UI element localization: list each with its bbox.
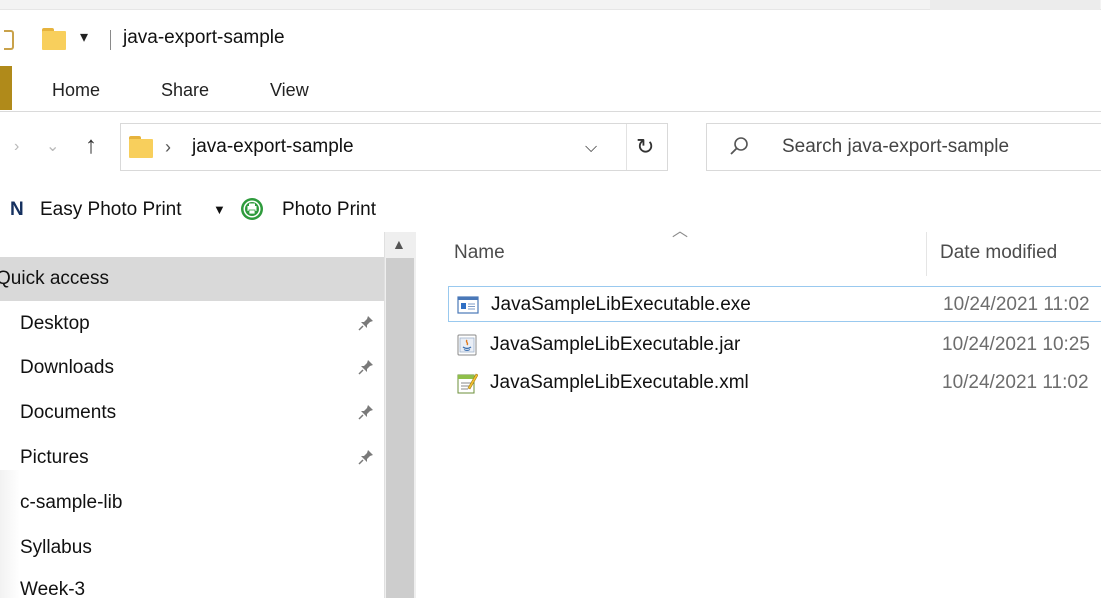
sort-ascending-icon: ︿ bbox=[672, 223, 689, 240]
pin-icon[interactable] bbox=[357, 358, 375, 376]
recent-locations-chevron-icon[interactable]: ⌄ bbox=[46, 137, 59, 157]
pane-edge-shadow bbox=[0, 470, 20, 598]
window-top-edge bbox=[0, 0, 1101, 10]
nav-item-label: Desktop bbox=[20, 313, 90, 334]
tab-view[interactable]: View bbox=[270, 79, 309, 101]
breadcrumb-segment[interactable]: java-export-sample bbox=[192, 136, 354, 158]
file-row[interactable]: JavaSampleLibExecutable.jar 10/24/2021 1… bbox=[448, 327, 1101, 363]
pin-icon[interactable] bbox=[357, 448, 375, 466]
address-dropdown-icon[interactable]: ⌵ bbox=[585, 138, 597, 158]
quick-access-toolbar-dropdown[interactable]: ▾ bbox=[80, 28, 94, 48]
file-name: JavaSampleLibExecutable.xml bbox=[490, 372, 749, 393]
file-tab[interactable] bbox=[0, 66, 12, 110]
window-title: java-export-sample bbox=[123, 27, 285, 48]
nav-item-desktop[interactable]: Desktop bbox=[0, 302, 384, 346]
column-header-date-modified[interactable]: Date modified bbox=[940, 242, 1057, 264]
printer-icon[interactable] bbox=[240, 197, 264, 221]
pin-icon[interactable] bbox=[357, 403, 375, 421]
nav-item-label: Documents bbox=[20, 402, 117, 423]
forward-arrow-icon[interactable]: › bbox=[14, 137, 19, 157]
photo-print-button[interactable]: Photo Print bbox=[282, 199, 376, 221]
nav-item-label: Pictures bbox=[20, 447, 89, 468]
breadcrumb-chevron-icon[interactable]: › bbox=[165, 137, 171, 157]
nav-item-downloads[interactable]: Downloads bbox=[0, 346, 384, 390]
easy-photo-print-logo-icon: N bbox=[10, 199, 24, 220]
column-header-name[interactable]: Name bbox=[454, 242, 505, 264]
file-name: JavaSampleLibExecutable.exe bbox=[491, 294, 751, 315]
easy-photo-print-button[interactable]: Easy Photo Print bbox=[40, 199, 182, 221]
nav-item-label: Quick access bbox=[0, 268, 109, 289]
xml-icon bbox=[457, 373, 478, 394]
tab-share[interactable]: Share bbox=[161, 79, 209, 101]
nav-item-c-sample-lib[interactable]: c-sample-lib bbox=[0, 481, 384, 525]
refresh-icon[interactable]: ↻ bbox=[636, 135, 654, 159]
up-arrow-icon[interactable]: ↑ bbox=[80, 133, 102, 159]
jar-icon bbox=[457, 334, 477, 356]
easy-photo-print-dropdown-icon[interactable]: ▼ bbox=[213, 201, 226, 219]
nav-item-syllabus[interactable]: Syllabus bbox=[0, 526, 384, 570]
pin-icon[interactable] bbox=[357, 314, 375, 332]
file-date-modified: 10/24/2021 11:02 bbox=[942, 372, 1089, 393]
exe-icon bbox=[457, 296, 479, 314]
nav-item-pictures[interactable]: Pictures bbox=[0, 436, 384, 480]
nav-item-quick-access[interactable]: Quick access bbox=[0, 257, 384, 301]
file-row[interactable]: JavaSampleLibExecutable.exe 10/24/2021 1… bbox=[448, 286, 1101, 322]
address-divider bbox=[626, 124, 627, 170]
file-row[interactable]: JavaSampleLibExecutable.xml 10/24/2021 1… bbox=[448, 365, 1101, 401]
search-icon bbox=[730, 137, 748, 155]
file-date-modified: 10/24/2021 11:02 bbox=[943, 294, 1090, 315]
nav-item-label: c-sample-lib bbox=[20, 492, 123, 513]
title-separator bbox=[110, 30, 111, 50]
nav-item-label: Week-3 bbox=[20, 579, 86, 598]
file-date-modified: 10/24/2021 10:25 bbox=[942, 334, 1090, 355]
nav-item-documents[interactable]: Documents bbox=[0, 391, 384, 435]
cutoff-region bbox=[930, 0, 1100, 10]
column-divider[interactable] bbox=[926, 232, 927, 276]
scrollbar-thumb[interactable] bbox=[386, 258, 414, 598]
properties-icon[interactable] bbox=[4, 30, 14, 50]
nav-item-week-3[interactable]: Week-3 bbox=[0, 568, 384, 598]
nav-item-label: Syllabus bbox=[20, 537, 92, 558]
search-placeholder[interactable]: Search java-export-sample bbox=[782, 136, 1009, 158]
folder-icon[interactable] bbox=[42, 28, 66, 50]
file-name: JavaSampleLibExecutable.jar bbox=[490, 334, 741, 355]
navigation-pane: Quick access Desktop Downloads Documents… bbox=[0, 232, 416, 598]
scroll-up-icon[interactable]: ▲ bbox=[392, 236, 406, 252]
nav-item-label: Downloads bbox=[20, 357, 114, 378]
tab-home[interactable]: Home bbox=[52, 79, 100, 101]
cutoff-caption bbox=[8, 0, 168, 6]
address-folder-icon bbox=[129, 136, 153, 158]
